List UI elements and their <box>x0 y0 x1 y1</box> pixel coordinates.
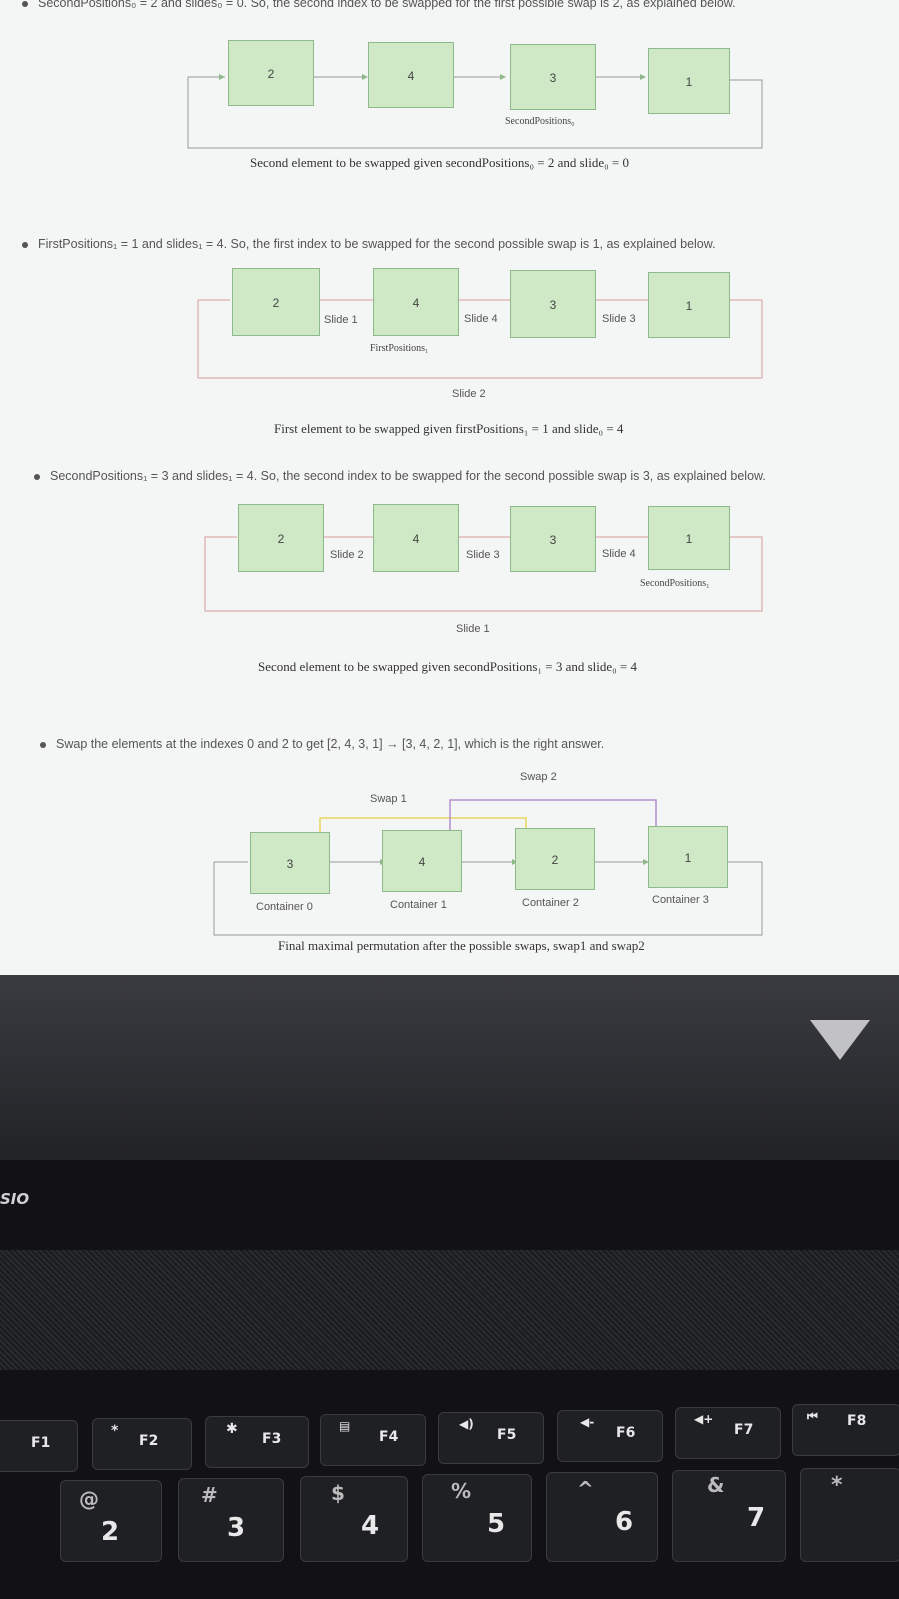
key-f1[interactable]: F1 <box>0 1420 78 1472</box>
fig2-slide-label-1: Slide 4 <box>462 313 500 325</box>
fig3-slide-label-0: Slide 2 <box>328 549 366 561</box>
key-5[interactable]: % 5 <box>422 1474 532 1562</box>
key-f8-symbol: ⏮ <box>807 1409 818 1423</box>
key-2-label: 2 <box>101 1517 120 1547</box>
fig4-box-1: 4 <box>382 830 462 892</box>
key-f5-symbol: ◀) <box>459 1417 474 1431</box>
fig4-container-label-3: Container 3 <box>650 894 711 906</box>
speaker-grille <box>0 1250 899 1370</box>
key-6[interactable]: ^ 6 <box>546 1472 658 1562</box>
fig2-caption: First element to be swapped given firstP… <box>274 421 624 436</box>
laptop-logo-icon <box>810 1020 870 1060</box>
key-3-symbol: # <box>201 1483 218 1507</box>
key-7[interactable]: & 7 <box>672 1470 786 1562</box>
key-f3-label: F3 <box>262 1431 282 1447</box>
key-f1-label: F1 <box>31 1435 51 1451</box>
fig1-pointer-label: SecondPositions₀ <box>505 116 575 127</box>
key-4-symbol: $ <box>331 1481 345 1505</box>
key-f7[interactable]: ◀+ F7 <box>675 1407 781 1459</box>
key-f6-label: F6 <box>616 1425 636 1441</box>
key-4-label: 4 <box>361 1511 380 1541</box>
bullet2-text: FirstPositions₁ = 1 and slides₁ = 4. So,… <box>38 237 716 251</box>
fig3-slide-label-1: Slide 3 <box>464 549 502 561</box>
key-f6-symbol: ◀- <box>580 1415 595 1429</box>
fig3-box-0: 2 <box>238 504 324 572</box>
bullet-dot <box>40 741 46 748</box>
fig4-container-label-2: Container 2 <box>520 897 581 909</box>
fig3-box-3: 1 <box>648 506 730 570</box>
fig4-swap2-label: Swap 2 <box>518 771 559 783</box>
key-f3-symbol: ✱ <box>226 1421 238 1437</box>
fig2-slide-label-2: Slide 3 <box>600 313 638 325</box>
fig2-slide-label-0: Slide 1 <box>322 314 360 326</box>
bullet-dot <box>34 473 40 480</box>
screen: SecondPositions₀ = 2 and slides₀ = 0. So… <box>0 0 899 975</box>
fig1-box-1: 4 <box>368 42 454 108</box>
fig4-box-0: 3 <box>250 832 330 894</box>
key-f5-label: F5 <box>497 1427 517 1443</box>
fig4-caption: Final maximal permutation after the poss… <box>278 938 645 953</box>
fig3-bottom-slide-label: Slide 1 <box>454 623 492 635</box>
key-7-label: 7 <box>747 1503 766 1533</box>
key-f7-symbol: ◀+ <box>694 1412 714 1426</box>
fig4-box-3: 1 <box>648 826 728 888</box>
key-f4-label: F4 <box>379 1429 399 1445</box>
key-5-label: 5 <box>487 1509 506 1539</box>
fig4-swap1-label: Swap 1 <box>368 793 409 805</box>
fig3-pointer-label: SecondPositions₁ <box>640 578 710 589</box>
laptop-bezel <box>0 975 899 1160</box>
key-f5[interactable]: ◀) F5 <box>438 1412 544 1464</box>
key-f2-label: F2 <box>139 1433 159 1449</box>
bullet-dot <box>22 241 28 248</box>
text-line-3: SecondPositions₁ = 3 and slides₁ = 4. So… <box>34 469 766 483</box>
fig2-box-1: 4 <box>373 268 459 336</box>
key-f8-label: F8 <box>847 1413 867 1429</box>
key-f7-label: F7 <box>734 1422 754 1438</box>
key-f3[interactable]: ✱ F3 <box>205 1416 309 1468</box>
key-4[interactable]: $ 4 <box>300 1476 408 1562</box>
fig4-container-label-1: Container 1 <box>388 899 449 911</box>
key-f4-symbol: ▤ <box>339 1419 351 1433</box>
key-f4[interactable]: ▤ F4 <box>320 1414 426 1466</box>
fig4-container-label-0: Container 0 <box>254 901 315 913</box>
fig3-slide-label-2: Slide 4 <box>600 548 638 560</box>
fig2-box-3: 1 <box>648 272 730 338</box>
key-8[interactable]: * <box>800 1468 899 1562</box>
bullet3-text: SecondPositions₁ = 3 and slides₁ = 4. So… <box>50 469 766 483</box>
key-3[interactable]: # 3 <box>178 1478 284 1562</box>
fig2-box-2: 3 <box>510 270 596 338</box>
laptop-brand-text: SIO <box>0 1190 30 1208</box>
key-7-symbol: & <box>707 1473 725 1497</box>
fig1-box-2: 3 <box>510 44 596 110</box>
fig2-pointer-label: FirstPositions₁ <box>370 343 429 354</box>
key-f2[interactable]: * F2 <box>92 1418 192 1470</box>
key-f8[interactable]: ⏮ F8 <box>792 1404 899 1456</box>
fig3-box-1: 4 <box>373 504 459 572</box>
bullet4-text: Swap the elements at the indexes 0 and 2… <box>56 737 605 751</box>
key-2-symbol: @ <box>79 1487 99 1511</box>
key-6-label: 6 <box>615 1507 634 1537</box>
fig4-box-2: 2 <box>515 828 595 890</box>
fig3-box-2: 3 <box>510 506 596 572</box>
key-3-label: 3 <box>227 1513 246 1543</box>
fig1-caption: Second element to be swapped given secon… <box>250 155 629 170</box>
fig2-bottom-slide-label: Slide 2 <box>450 388 488 400</box>
text-line-4: Swap the elements at the indexes 0 and 2… <box>40 737 604 751</box>
diagram-lines <box>187 74 763 936</box>
fig1-box-0: 2 <box>228 40 314 106</box>
fig3-caption: Second element to be swapped given secon… <box>258 659 637 674</box>
key-8-symbol-icon: * <box>831 1473 843 1498</box>
key-f6[interactable]: ◀- F6 <box>557 1410 663 1462</box>
fig1-box-3: 1 <box>648 48 730 114</box>
key-6-symbol: ^ <box>577 1477 594 1501</box>
key-2[interactable]: @ 2 <box>60 1480 162 1562</box>
text-line-2: FirstPositions₁ = 1 and slides₁ = 4. So,… <box>22 237 716 251</box>
key-5-symbol: % <box>451 1479 472 1503</box>
key-f2-symbol: * <box>111 1423 119 1439</box>
fig2-box-0: 2 <box>232 268 320 336</box>
